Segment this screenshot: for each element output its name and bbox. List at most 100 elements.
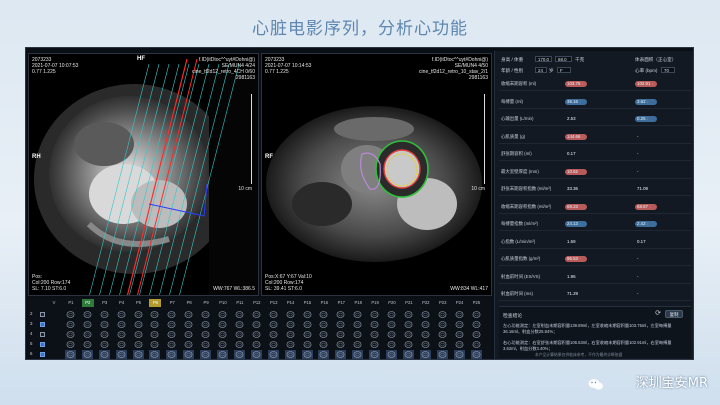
column-header[interactable]: P7 bbox=[166, 299, 178, 307]
column-header[interactable]: P6 bbox=[149, 299, 162, 307]
slice-thumbnail[interactable] bbox=[99, 340, 110, 349]
slice-thumbnail[interactable] bbox=[386, 320, 397, 329]
slice-thumbnail[interactable] bbox=[318, 320, 329, 329]
slice-thumbnail[interactable] bbox=[352, 340, 363, 349]
slice-thumbnail[interactable] bbox=[420, 320, 431, 329]
column-header[interactable]: P2 bbox=[81, 299, 94, 307]
slice-thumbnail[interactable] bbox=[166, 340, 177, 349]
slice-thumbnail[interactable] bbox=[234, 340, 245, 349]
slice-thumbnail[interactable] bbox=[335, 320, 346, 329]
slice-thumbnail[interactable] bbox=[217, 350, 228, 359]
slice-thumbnail[interactable] bbox=[200, 320, 211, 329]
slice-thumbnail[interactable] bbox=[302, 330, 313, 339]
slice-thumbnail[interactable] bbox=[268, 340, 279, 349]
slice-thumbnail[interactable] bbox=[352, 320, 363, 329]
slice-thumbnail[interactable] bbox=[453, 350, 465, 359]
slice-thumbnail[interactable] bbox=[217, 340, 228, 349]
column-header[interactable]: P13 bbox=[268, 299, 280, 307]
slice-thumbnail[interactable] bbox=[233, 350, 245, 359]
slice-thumbnail[interactable] bbox=[454, 320, 465, 329]
slice-thumbnail[interactable] bbox=[166, 320, 177, 329]
slice-thumbnail[interactable] bbox=[99, 330, 110, 339]
slice-thumbnail[interactable] bbox=[166, 330, 177, 339]
slice-thumbnail[interactable] bbox=[133, 310, 144, 319]
slice-thumbnail[interactable] bbox=[318, 350, 330, 359]
slice-thumbnail[interactable] bbox=[302, 310, 313, 319]
slice-thumbnail[interactable] bbox=[420, 330, 431, 339]
slice-thumbnail[interactable] bbox=[352, 330, 363, 339]
slice-thumbnail[interactable] bbox=[470, 350, 482, 359]
slice-thumbnail[interactable] bbox=[471, 340, 482, 349]
slice-thumbnail[interactable] bbox=[217, 330, 228, 339]
slice-thumbnail[interactable] bbox=[200, 330, 211, 339]
column-header[interactable]: P5 bbox=[133, 299, 145, 307]
slice-checkbox[interactable] bbox=[40, 322, 45, 327]
slice-thumbnail[interactable] bbox=[133, 340, 144, 349]
slice-thumbnail[interactable] bbox=[183, 340, 194, 349]
slice-thumbnail[interactable] bbox=[268, 330, 279, 339]
slice-thumbnail[interactable] bbox=[436, 350, 448, 359]
column-header[interactable]: P3 bbox=[99, 299, 111, 307]
viewport-4ch[interactable]: HF RH 2073233 2021-07-07 10:07:53 0.77 1… bbox=[28, 53, 259, 296]
slice-thumbnail[interactable] bbox=[369, 330, 380, 339]
column-header[interactable]: P24 bbox=[454, 299, 466, 307]
slice-thumbnail[interactable] bbox=[65, 330, 76, 339]
slice-thumbnail[interactable] bbox=[454, 330, 465, 339]
slice-thumbnail[interactable] bbox=[318, 310, 329, 319]
slice-thumbnail[interactable] bbox=[82, 340, 93, 349]
slice-thumbnail[interactable] bbox=[335, 330, 346, 339]
slice-thumbnail[interactable] bbox=[133, 330, 144, 339]
slice-thumbnail[interactable] bbox=[200, 340, 211, 349]
slice-thumbnail[interactable] bbox=[369, 310, 380, 319]
slice-thumbnail[interactable] bbox=[471, 330, 482, 339]
viewport-short-axis[interactable]: RF 2073233 2021-07-07 10:14:53 0.77 1.22… bbox=[261, 53, 492, 296]
slice-thumbnail[interactable] bbox=[116, 320, 127, 329]
column-header[interactable]: P23 bbox=[437, 299, 449, 307]
slice-thumbnail[interactable] bbox=[302, 340, 313, 349]
slice-thumbnail[interactable] bbox=[98, 350, 110, 359]
slice-thumbnail[interactable] bbox=[116, 310, 127, 319]
slice-thumbnail[interactable] bbox=[471, 320, 482, 329]
slice-thumbnail[interactable] bbox=[166, 310, 177, 319]
slice-thumbnail[interactable] bbox=[284, 350, 296, 359]
weight-input[interactable]: 68.0 bbox=[555, 56, 572, 62]
slice-thumbnail[interactable] bbox=[318, 330, 329, 339]
slice-thumbnail[interactable] bbox=[302, 320, 313, 329]
slice-thumbnail[interactable] bbox=[82, 320, 93, 329]
slice-thumbnail[interactable] bbox=[386, 310, 397, 319]
column-header[interactable]: P17 bbox=[335, 299, 347, 307]
column-header[interactable]: P15 bbox=[302, 299, 314, 307]
slice-thumbnail[interactable] bbox=[132, 350, 144, 359]
slice-thumbnail[interactable] bbox=[217, 310, 228, 319]
slice-thumbnail[interactable] bbox=[268, 310, 279, 319]
slice-checkbox[interactable] bbox=[40, 352, 45, 357]
slice-thumbnail[interactable] bbox=[268, 320, 279, 329]
slice-thumbnail[interactable] bbox=[183, 330, 194, 339]
slice-thumbnail[interactable] bbox=[420, 340, 431, 349]
slice-thumbnail[interactable] bbox=[234, 320, 245, 329]
column-header[interactable]: P11 bbox=[234, 299, 246, 307]
slice-thumbnail[interactable] bbox=[285, 320, 296, 329]
slice-thumbnail[interactable] bbox=[301, 350, 313, 359]
slice-thumbnail[interactable] bbox=[200, 310, 211, 319]
slice-thumbnail[interactable] bbox=[183, 320, 194, 329]
slice-thumbnail[interactable] bbox=[64, 350, 76, 359]
slice-thumbnail[interactable] bbox=[318, 340, 329, 349]
slice-thumbnail[interactable] bbox=[386, 330, 397, 339]
slice-thumbnail[interactable] bbox=[149, 320, 160, 329]
column-header[interactable]: P8 bbox=[183, 299, 195, 307]
slice-thumbnail[interactable] bbox=[369, 340, 380, 349]
slice-thumbnail[interactable] bbox=[116, 340, 127, 349]
heart-rate-input[interactable]: 70 bbox=[661, 67, 675, 73]
column-header[interactable]: P9 bbox=[200, 299, 212, 307]
height-input[interactable]: 170.0 bbox=[535, 56, 552, 62]
slice-thumbnail[interactable] bbox=[149, 340, 160, 349]
slice-thumbnail[interactable] bbox=[183, 310, 194, 319]
slice-thumbnail[interactable] bbox=[183, 350, 195, 359]
column-header[interactable]: P21 bbox=[403, 299, 415, 307]
slice-thumbnail[interactable] bbox=[420, 310, 431, 319]
slice-thumbnail[interactable] bbox=[403, 310, 414, 319]
slice-thumbnail[interactable] bbox=[335, 350, 347, 359]
slice-thumbnail[interactable] bbox=[285, 330, 296, 339]
copy-button[interactable]: 复制 bbox=[665, 310, 683, 318]
